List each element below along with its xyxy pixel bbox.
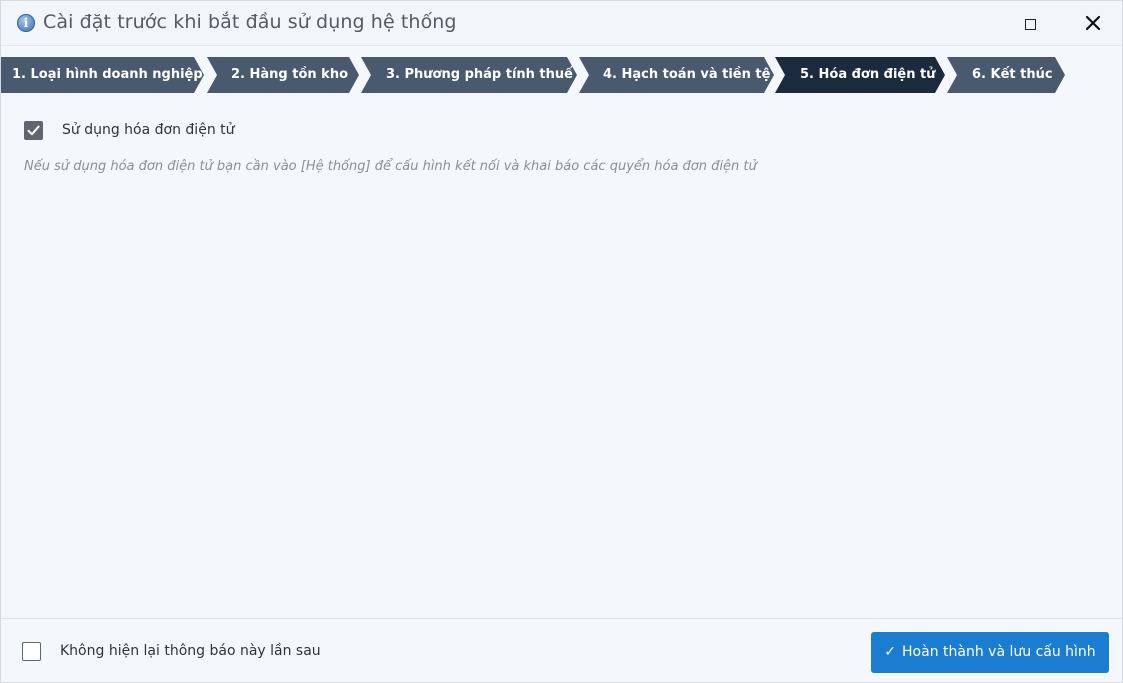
step-6-finish[interactable]: 6. Kết thúc bbox=[947, 57, 1065, 93]
footer-divider bbox=[1, 618, 1122, 619]
info-icon: i bbox=[17, 14, 35, 32]
step-5-einvoice[interactable]: 5. Hóa đơn điện tử bbox=[775, 57, 945, 93]
maximize-button[interactable] bbox=[1025, 19, 1036, 30]
wizard-steps: 1. Loại hình doanh nghiệp 2. Hàng tồn kh… bbox=[1, 57, 1122, 93]
step-1-business-type[interactable]: 1. Loại hình doanh nghiệp bbox=[1, 57, 204, 93]
use-einvoice-label: Sử dụng hóa đơn điện tử bbox=[62, 122, 235, 138]
step-label: 3. Phương pháp tính thuế bbox=[386, 67, 573, 82]
step-label: 2. Hàng tồn kho bbox=[231, 67, 349, 82]
step-3-tax-method[interactable]: 3. Phương pháp tính thuế bbox=[361, 57, 577, 93]
dialog-title: Cài đặt trước khi bắt đầu sử dụng hệ thố… bbox=[43, 11, 457, 33]
step-label: 4. Hạch toán và tiền tệ bbox=[603, 67, 771, 82]
finish-and-save-button[interactable]: ✓ Hoàn thành và lưu cấu hình bbox=[871, 632, 1109, 673]
check-icon: ✓ bbox=[884, 644, 897, 660]
einvoice-hint-text: Nếu sử dụng hóa đơn điện tử bạn cần vào … bbox=[24, 159, 757, 174]
checkmark-icon bbox=[27, 125, 40, 136]
dont-show-again-checkbox[interactable] bbox=[22, 642, 41, 661]
step-label: 5. Hóa đơn điện tử bbox=[800, 67, 936, 82]
close-icon bbox=[1085, 15, 1101, 31]
dont-show-again-label: Không hiện lại thông báo này lần sau bbox=[60, 643, 321, 659]
setup-dialog: i Cài đặt trước khi bắt đầu sử dụng hệ t… bbox=[0, 0, 1123, 683]
step-2-inventory[interactable]: 2. Hàng tồn kho bbox=[207, 57, 359, 93]
step-label: 1. Loại hình doanh nghiệp bbox=[12, 67, 203, 82]
finish-button-label: Hoàn thành và lưu cấu hình bbox=[902, 644, 1096, 660]
step-label: 6. Kết thúc bbox=[972, 67, 1053, 82]
step-4-accounting-currency[interactable]: 4. Hạch toán và tiền tệ bbox=[579, 57, 774, 93]
close-button[interactable] bbox=[1080, 10, 1106, 36]
use-einvoice-checkbox[interactable] bbox=[24, 121, 43, 140]
title-bar: i Cài đặt trước khi bắt đầu sử dụng hệ t… bbox=[1, 1, 1122, 46]
